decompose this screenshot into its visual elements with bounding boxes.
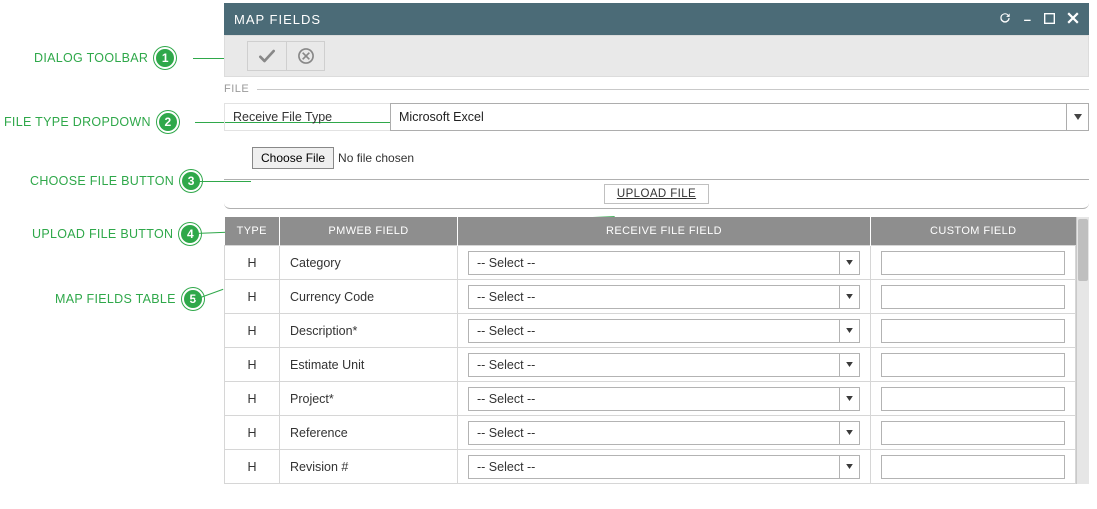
custom-field-input[interactable] xyxy=(881,455,1065,479)
custom-field-input[interactable] xyxy=(881,251,1065,275)
callout-2-text: FILE TYPE DROPDOWN xyxy=(4,115,151,129)
maximize-icon[interactable] xyxy=(1044,12,1055,27)
table-row: HDescription* -- Select -- xyxy=(225,314,1076,348)
receive-field-value: -- Select -- xyxy=(469,392,839,406)
refresh-icon[interactable] xyxy=(998,11,1012,28)
col-custom-header: CUSTOM FIELD xyxy=(871,217,1076,246)
dialog-toolbar xyxy=(224,35,1089,77)
scrollbar-thumb[interactable] xyxy=(1078,219,1088,281)
receive-field-dropdown[interactable]: -- Select -- xyxy=(468,421,860,445)
callout-2-num: 2 xyxy=(157,111,179,133)
receive-field-value: -- Select -- xyxy=(469,256,839,270)
callout-4-num: 4 xyxy=(179,223,201,245)
cell-type: H xyxy=(225,382,280,416)
table-row: HCurrency Code -- Select -- xyxy=(225,280,1076,314)
chevron-down-icon[interactable] xyxy=(839,354,859,376)
receive-field-value: -- Select -- xyxy=(469,426,839,440)
choose-file-button[interactable]: Choose File xyxy=(252,147,334,169)
chevron-down-icon[interactable] xyxy=(839,320,859,342)
cell-pmweb-field: Estimate Unit xyxy=(280,348,458,382)
table-row: HCategory -- Select -- xyxy=(225,246,1076,280)
col-recv-header: RECEIVE FILE FIELD xyxy=(458,217,871,246)
cancel-button[interactable] xyxy=(286,42,324,70)
callout-1-text: DIALOG TOOLBAR xyxy=(34,51,148,65)
map-fields-table: TYPE PMWEB FIELD RECEIVE FILE FIELD CUST… xyxy=(224,217,1076,484)
upload-row: UPLOAD FILE xyxy=(224,179,1089,209)
upload-file-button[interactable]: UPLOAD FILE xyxy=(604,184,709,204)
file-type-value: Microsoft Excel xyxy=(391,110,1066,124)
callout-5-text: MAP FIELDS TABLE xyxy=(55,292,176,306)
minimize-icon[interactable]: – xyxy=(1024,12,1032,27)
custom-field-input[interactable] xyxy=(881,387,1065,411)
section-divider xyxy=(257,89,1089,90)
receive-field-dropdown[interactable]: -- Select -- xyxy=(468,251,860,275)
receive-field-value: -- Select -- xyxy=(469,290,839,304)
choose-file-status: No file chosen xyxy=(338,151,414,165)
file-type-row: Receive File Type Microsoft Excel xyxy=(224,103,1089,131)
cell-pmweb-field: Category xyxy=(280,246,458,280)
callout-1-num: 1 xyxy=(154,47,176,69)
chevron-down-icon[interactable] xyxy=(839,252,859,274)
map-fields-dialog: MAP FIELDS – FILE xyxy=(224,3,1089,484)
chevron-down-icon[interactable] xyxy=(839,388,859,410)
receive-field-value: -- Select -- xyxy=(469,324,839,338)
cell-pmweb-field: Currency Code xyxy=(280,280,458,314)
callout-4-text: UPLOAD FILE BUTTON xyxy=(32,227,173,241)
table-row: HRevision # -- Select -- xyxy=(225,450,1076,484)
section-file-label: FILE xyxy=(224,83,249,95)
receive-field-dropdown[interactable]: -- Select -- xyxy=(468,353,860,377)
receive-field-value: -- Select -- xyxy=(469,460,839,474)
custom-field-input[interactable] xyxy=(881,353,1065,377)
custom-field-input[interactable] xyxy=(881,421,1065,445)
receive-field-dropdown[interactable]: -- Select -- xyxy=(468,319,860,343)
cell-pmweb-field: Project* xyxy=(280,382,458,416)
dialog-title: MAP FIELDS xyxy=(234,12,998,27)
choose-file-row: Choose File No file chosen xyxy=(252,147,1089,169)
cell-type: H xyxy=(225,348,280,382)
file-type-dropdown[interactable]: Microsoft Excel xyxy=(390,103,1089,131)
receive-field-value: -- Select -- xyxy=(469,358,839,372)
chevron-down-icon[interactable] xyxy=(839,456,859,478)
receive-field-dropdown[interactable]: -- Select -- xyxy=(468,455,860,479)
cell-type: H xyxy=(225,280,280,314)
cell-type: H xyxy=(225,450,280,484)
table-row: HReference -- Select -- xyxy=(225,416,1076,450)
confirm-button[interactable] xyxy=(248,42,286,70)
cell-pmweb-field: Reference xyxy=(280,416,458,450)
col-type-header: TYPE xyxy=(225,217,280,246)
cell-pmweb-field: Description* xyxy=(280,314,458,348)
custom-field-input[interactable] xyxy=(881,285,1065,309)
cell-type: H xyxy=(225,314,280,348)
receive-field-dropdown[interactable]: -- Select -- xyxy=(468,387,860,411)
chevron-down-icon[interactable] xyxy=(839,422,859,444)
table-row: HProject* -- Select -- xyxy=(225,382,1076,416)
callout-3-text: CHOOSE FILE BUTTON xyxy=(30,174,174,188)
cell-type: H xyxy=(225,246,280,280)
close-icon[interactable] xyxy=(1067,12,1079,27)
custom-field-input[interactable] xyxy=(881,319,1065,343)
chevron-down-icon[interactable] xyxy=(1066,104,1088,130)
col-pmweb-header: PMWEB FIELD xyxy=(280,217,458,246)
callout-5-num: 5 xyxy=(182,288,204,310)
cell-pmweb-field: Revision # xyxy=(280,450,458,484)
table-scrollbar[interactable] xyxy=(1076,217,1089,484)
file-type-label: Receive File Type xyxy=(224,103,390,131)
cell-type: H xyxy=(225,416,280,450)
receive-field-dropdown[interactable]: -- Select -- xyxy=(468,285,860,309)
chevron-down-icon[interactable] xyxy=(839,286,859,308)
dialog-titlebar: MAP FIELDS – xyxy=(224,3,1089,35)
table-row: HEstimate Unit -- Select -- xyxy=(225,348,1076,382)
